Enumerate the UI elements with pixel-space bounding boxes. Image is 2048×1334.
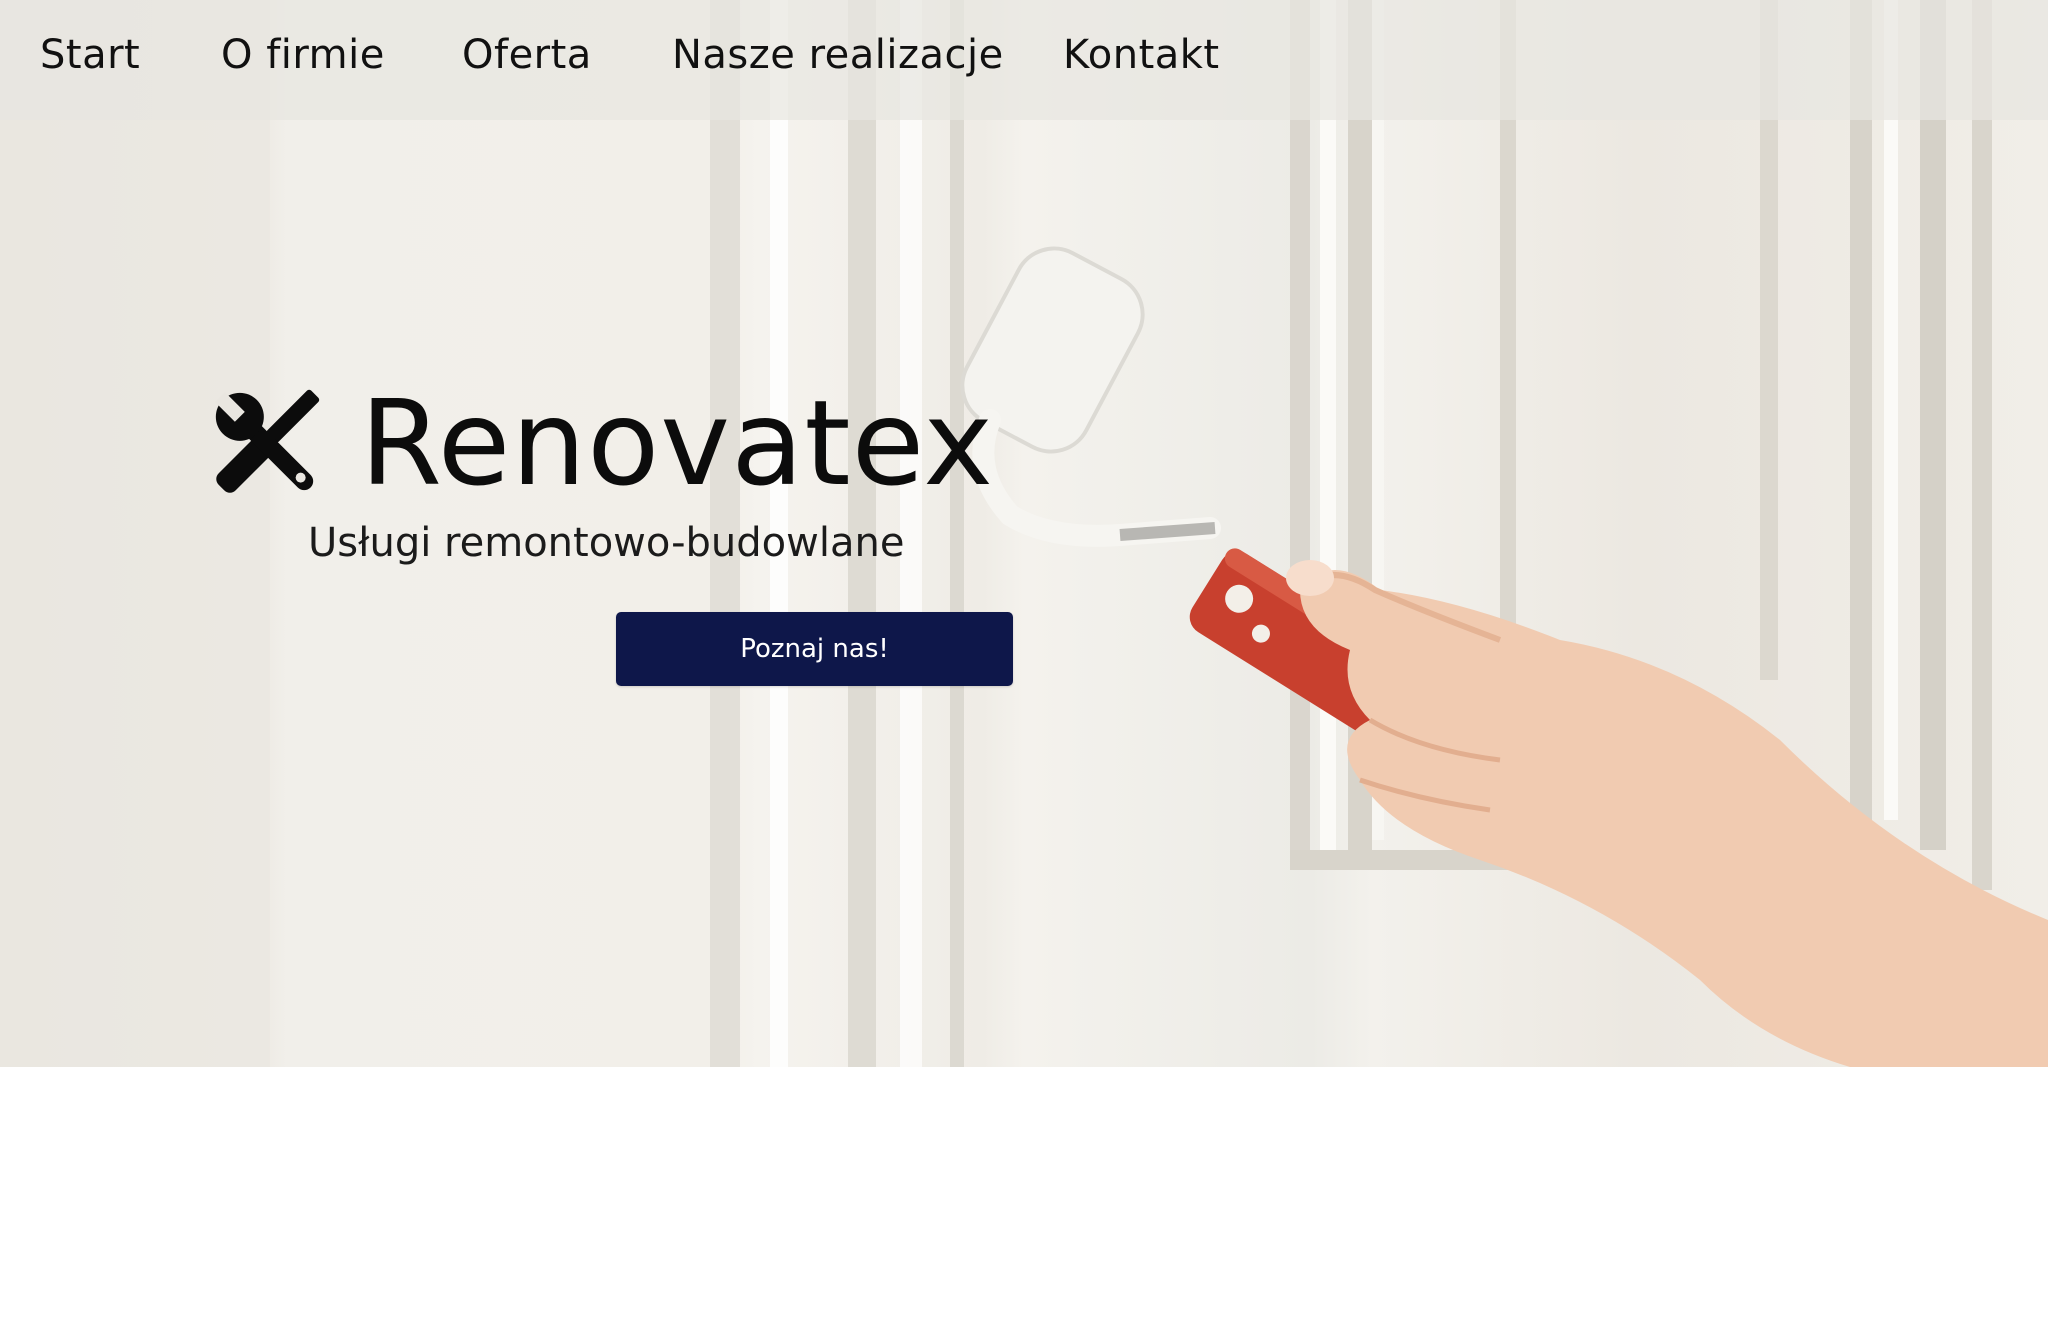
top-navbar: Start O firmie Oferta Nasze realizacje K… bbox=[0, 0, 2048, 120]
nav-item-o-firmie[interactable]: O firmie bbox=[221, 32, 385, 78]
hero-section: Start O firmie Oferta Nasze realizacje K… bbox=[0, 0, 2048, 1067]
nav-item-nasze-realizacje[interactable]: Nasze realizacje bbox=[672, 32, 1004, 78]
hero-tagline: Usługi remontowo-budowlane bbox=[308, 520, 905, 566]
brand-name: Renovatex bbox=[360, 374, 995, 512]
nav-item-start[interactable]: Start bbox=[40, 32, 140, 78]
tools-icon bbox=[215, 389, 320, 493]
nav-item-oferta[interactable]: Oferta bbox=[462, 32, 592, 78]
nav-item-kontakt[interactable]: Kontakt bbox=[1063, 32, 1220, 78]
poznaj-nas-button[interactable]: Poznaj nas! bbox=[616, 612, 1013, 686]
brand-logo: Renovatex bbox=[204, 380, 994, 506]
